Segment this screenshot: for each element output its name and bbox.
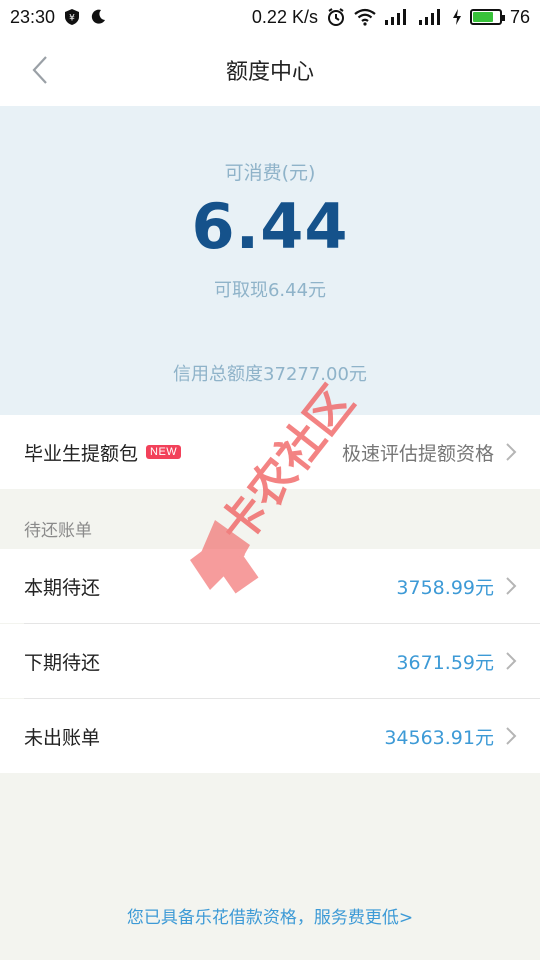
graduate-right: 极速评估提额资格 <box>342 439 518 466</box>
bill-row-next[interactable]: 下期待还 3671.59元 <box>0 624 540 698</box>
bill-label: 未出账单 <box>24 726 101 749</box>
bill-row-unbilled[interactable]: 未出账单 34563.91元 <box>0 699 540 773</box>
signal-icon-1 <box>384 8 410 26</box>
loan-eligibility-link[interactable]: 您已具备乐花借款资格，服务费更低> <box>0 903 540 928</box>
charging-icon <box>452 8 462 26</box>
new-badge: NEW <box>146 445 182 459</box>
graduate-value: 极速评估提额资格 <box>341 442 494 465</box>
status-left: 23:30 ¥ <box>10 7 107 28</box>
chevron-right-icon <box>504 651 518 671</box>
status-time: 23:30 <box>10 6 56 27</box>
total-credit: 信用总额度37277.00元 <box>173 364 367 385</box>
bill-label: 本期待还 <box>24 576 101 599</box>
bill-row-current[interactable]: 本期待还 3758.99元 <box>0 549 540 623</box>
bill-amount: 3758.99元 <box>396 576 494 599</box>
withdraw-text: 可取现6.44元 <box>213 280 327 301</box>
chevron-left-icon <box>32 56 47 84</box>
moon-icon <box>89 8 107 26</box>
credit-summary: 可消费(元) 6.44 可取现6.44元 信用总额度37277.00元 <box>0 106 540 415</box>
available-label: 可消费(元) <box>224 162 316 184</box>
graduate-credit-row[interactable]: 毕业生提额包 NEW 极速评估提额资格 <box>0 415 540 489</box>
bill-right: 3758.99元 <box>396 573 518 600</box>
status-right: 0.22 K/s 76 <box>252 7 530 28</box>
battery-icon <box>469 9 505 25</box>
chevron-right-icon <box>504 726 518 746</box>
graduate-label: 毕业生提额包 <box>24 442 139 465</box>
available-amount: 6.44 <box>191 190 349 263</box>
bill-right: 34563.91元 <box>384 723 518 750</box>
header: 额度中心 <box>0 34 540 106</box>
battery-level <box>472 12 493 22</box>
back-button[interactable] <box>22 52 58 88</box>
alarm-icon <box>326 7 346 27</box>
graduate-label-group: 毕业生提额包 NEW <box>24 439 182 466</box>
bill-amount: 3671.59元 <box>396 651 494 674</box>
network-speed: 0.22 K/s <box>251 6 318 27</box>
page-title: 额度中心 <box>225 60 314 85</box>
status-bar: 23:30 ¥ 0.22 K/s 76 <box>0 0 540 34</box>
bill-amount: 34563.91元 <box>384 726 494 749</box>
bills-section-label: 待还账单 <box>24 521 92 541</box>
chevron-right-icon <box>504 576 518 596</box>
svg-text:¥: ¥ <box>69 14 75 24</box>
bill-label: 下期待还 <box>24 651 101 674</box>
chevron-right-icon <box>504 442 518 462</box>
shield-yen-icon: ¥ <box>63 8 81 26</box>
wifi-icon <box>354 8 376 26</box>
bill-right: 3671.59元 <box>396 648 518 675</box>
battery-percent: 76 <box>509 6 530 27</box>
signal-icon-2 <box>418 8 444 26</box>
